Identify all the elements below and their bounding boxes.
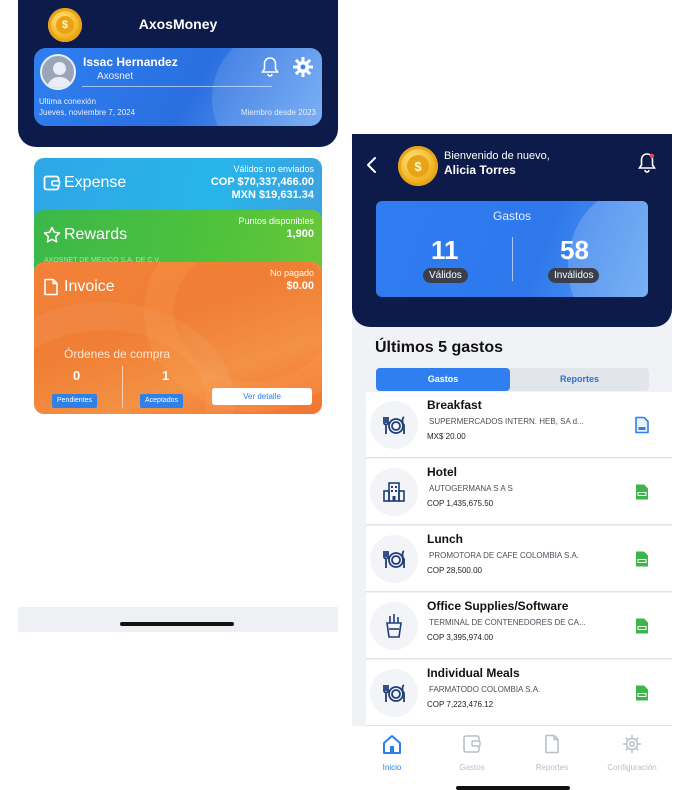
tab-label: Gastos <box>459 763 485 772</box>
restaurant-icon <box>370 669 418 717</box>
view-detail-button[interactable]: Ver detalle <box>212 388 312 405</box>
accepted-badge: Aceptados <box>140 394 184 408</box>
rewards-status: Puntos disponibles <box>238 216 314 226</box>
app-title: AxosMoney <box>138 16 218 32</box>
segment-expenses[interactable]: Gastos <box>376 368 510 391</box>
home-icon <box>381 735 403 758</box>
valid-badge[interactable]: Válidos <box>423 268 468 283</box>
document-icon <box>543 734 561 758</box>
profile-company: Axosnet <box>97 71 134 82</box>
back-chevron-icon[interactable] <box>366 156 378 179</box>
invoice-card[interactable]: Invoice No pagado $0.00 Órdenes de compr… <box>34 262 322 414</box>
list-item[interactable]: Hotel AUTOGERMANA S A S COP 1,435,675.50 <box>366 459 672 525</box>
tab-gastos[interactable]: Gastos <box>432 726 512 772</box>
list-item[interactable]: Lunch PROMOTORA DE CAFE COLOMBIA S.A. CO… <box>366 526 672 592</box>
expense-merchant: TERMINAL DE CONTENEDORES DE CA... <box>429 618 586 627</box>
expense-title: Breakfast <box>427 398 482 412</box>
profile-name: Issac Hernandez <box>83 55 178 69</box>
expense-title: Individual Meals <box>427 666 520 680</box>
expense-title: Office Supplies/Software <box>427 599 569 613</box>
tab-inicio[interactable]: Inicio <box>352 726 432 772</box>
pdf-doc-icon[interactable] <box>634 416 650 439</box>
xml-doc-icon[interactable] <box>634 617 650 640</box>
tab-label: Inicio <box>382 763 402 772</box>
segment-reports[interactable]: Reportes <box>510 368 649 391</box>
xml-doc-icon[interactable] <box>634 483 650 506</box>
hotel-icon <box>370 468 418 516</box>
invalid-count: 58 <box>560 235 589 265</box>
bell-icon[interactable] <box>260 56 280 83</box>
list-item[interactable]: Individual Meals FARMATODO COLOMBIA S.A.… <box>366 660 672 726</box>
gear-icon[interactable] <box>292 56 314 83</box>
app-logo-coin-icon: $ <box>398 146 438 186</box>
last-connection-label: Ultima conexión <box>39 97 96 106</box>
invoice-status: No pagado <box>269 268 314 278</box>
wallet-icon <box>461 735 483 758</box>
welcome-text: Bienvenido de nuevo, <box>444 150 550 162</box>
invalid-badge[interactable]: Inválidos <box>548 268 600 283</box>
last-connection-date: Jueves, noviembre 7, 2024 <box>39 108 136 117</box>
home-indicator[interactable] <box>120 622 234 626</box>
expense-merchant: AUTOGERMANA S A S <box>429 484 513 493</box>
tab-label: Reportes <box>535 763 569 772</box>
expense-value-cop: COP $70,337,466.00 <box>210 176 314 188</box>
wallet-icon <box>43 174 61 197</box>
expense-title: Hotel <box>427 465 457 479</box>
office-supplies-icon <box>370 602 418 650</box>
tab-reportes[interactable]: Reportes <box>512 726 592 772</box>
accepted-count: 1 <box>162 368 170 383</box>
xml-doc-icon[interactable] <box>634 684 650 707</box>
tab-configuracion[interactable]: Configuración <box>592 726 672 772</box>
expense-status: Válidos no enviados <box>233 164 314 174</box>
rewards-points: 1,900 <box>286 228 314 240</box>
bottom-tab-bar: Inicio Gastos Reportes Configuración <box>352 726 672 790</box>
user-name: Alicia Torres <box>444 163 516 177</box>
summary-title: Gastos <box>492 209 531 223</box>
left-phone-screen: $ AxosMoney Issac Hernandez Axosnet Ulti… <box>18 0 338 632</box>
avatar[interactable] <box>40 54 76 90</box>
pending-badge: Pendientes <box>52 394 98 408</box>
segmented-control: Gastos Reportes <box>376 368 649 391</box>
expense-amount: MX$ 20.00 <box>427 432 466 441</box>
expense-title: Expense <box>64 174 127 191</box>
section-title: Últimos 5 gastos <box>375 339 504 356</box>
expense-merchant: SUPERMERCADOS INTERN. HEB, SA d... <box>429 417 584 426</box>
pending-count: 0 <box>73 368 81 383</box>
document-icon <box>43 278 59 301</box>
rewards-title: Rewards <box>64 226 128 243</box>
expense-amount: COP 1,435,675.50 <box>427 499 494 508</box>
tab-label: Configuración <box>607 763 657 772</box>
member-since: Miembro desde 2023 <box>240 108 316 117</box>
right-phone-screen: $ Bienvenido de nuevo, Alicia Torres Gas… <box>352 134 672 790</box>
valid-count: 11 <box>431 235 459 265</box>
expense-merchant: FARMATODO COLOMBIA S.A. <box>429 685 541 694</box>
expense-merchant: PROMOTORA DE CAFE COLOMBIA S.A. <box>429 551 580 560</box>
xml-doc-icon[interactable] <box>634 550 650 573</box>
invoice-title: Invoice <box>64 278 115 295</box>
divider <box>122 366 123 408</box>
expense-value-mxn: MXN $19,631.34 <box>231 189 314 201</box>
list-item[interactable]: Office Supplies/Software TERMINAL DE CON… <box>366 593 672 659</box>
expenses-summary-card[interactable]: Gastos 11 58 Válidos Inválidos <box>376 201 648 297</box>
expense-amount: COP 28,500.00 <box>427 566 483 575</box>
list-item[interactable]: Breakfast SUPERMERCADOS INTERN. HEB, SA … <box>366 392 672 458</box>
expense-amount: COP 3,395,974.00 <box>427 633 494 642</box>
divider <box>512 237 513 281</box>
restaurant-icon <box>370 401 418 449</box>
star-icon <box>43 226 61 249</box>
bottom-bar <box>18 607 338 632</box>
home-indicator[interactable] <box>456 786 570 790</box>
bell-icon[interactable] <box>637 152 657 179</box>
expense-title: Lunch <box>427 532 463 546</box>
profile-card[interactable]: Issac Hernandez Axosnet Ultima conexión … <box>34 48 322 126</box>
gear-icon <box>622 734 642 758</box>
purchase-orders-title: Órdenes de compra <box>64 347 171 361</box>
divider <box>82 86 272 87</box>
expense-amount: COP 7,223,476.12 <box>427 700 494 709</box>
invoice-amount: $0.00 <box>286 280 314 292</box>
restaurant-icon <box>370 535 418 583</box>
